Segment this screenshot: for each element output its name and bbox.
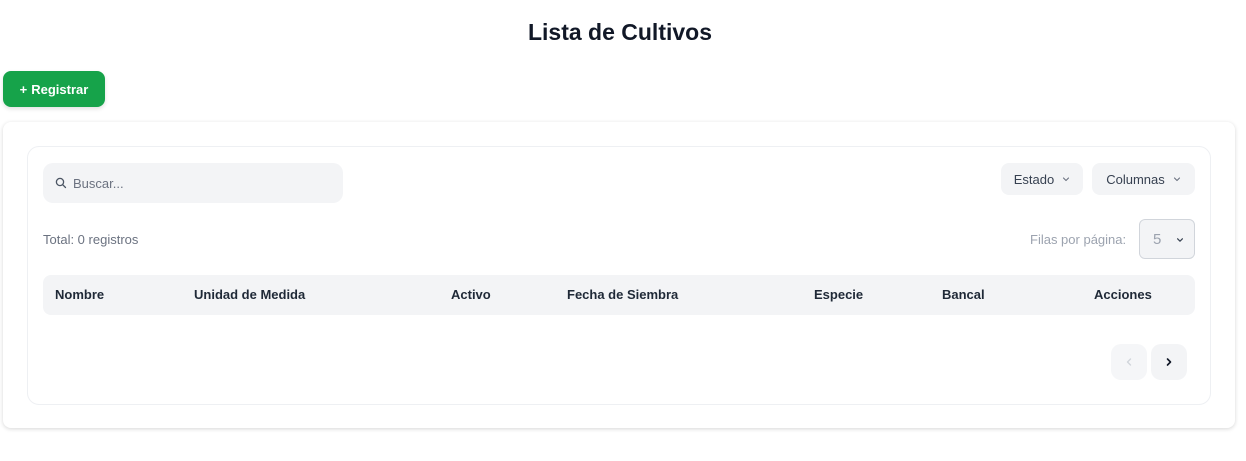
search-icon <box>55 177 67 189</box>
next-page-button[interactable] <box>1151 344 1187 380</box>
previous-page-button[interactable] <box>1111 344 1147 380</box>
column-header-especie[interactable]: Especie <box>814 287 863 302</box>
column-header-fecha-siembra[interactable]: Fecha de Siembra <box>567 287 678 302</box>
plus-icon: + <box>19 81 28 97</box>
column-header-unidad-medida[interactable]: Unidad de Medida <box>194 287 305 302</box>
chevron-down-icon <box>1176 235 1184 243</box>
chevron-down-icon <box>1173 175 1181 183</box>
estado-filter-button[interactable]: Estado <box>1001 163 1083 195</box>
content-card: Estado Columnas Total: 0 registros Filas… <box>3 122 1235 428</box>
column-header-acciones: Acciones <box>1094 287 1152 302</box>
chevron-left-icon <box>1124 355 1134 370</box>
columnas-filter-label: Columnas <box>1106 171 1165 187</box>
column-header-nombre[interactable]: Nombre <box>55 287 104 302</box>
rows-per-page-value: 5 <box>1153 230 1162 248</box>
search-box[interactable] <box>43 163 343 203</box>
search-input[interactable] <box>73 175 323 191</box>
table-header: Nombre Unidad de Medida Activo Fecha de … <box>43 275 1195 315</box>
estado-filter-label: Estado <box>1013 171 1055 187</box>
register-button-label: Registrar <box>31 81 89 97</box>
chevron-down-icon <box>1062 175 1070 183</box>
table-card: Estado Columnas Total: 0 registros Filas… <box>27 146 1211 405</box>
page-title: Lista de Cultivos <box>527 19 713 45</box>
total-records: Total: 0 registros <box>43 232 139 247</box>
register-button[interactable]: + Registrar <box>3 71 105 107</box>
columnas-filter-button[interactable]: Columnas <box>1092 163 1195 195</box>
column-header-activo[interactable]: Activo <box>451 287 491 302</box>
rows-per-page-label: Filas por página: <box>1030 232 1127 247</box>
column-header-bancal[interactable]: Bancal <box>942 287 985 302</box>
rows-per-page-select[interactable]: 5 <box>1139 219 1195 259</box>
chevron-right-icon <box>1164 355 1174 370</box>
